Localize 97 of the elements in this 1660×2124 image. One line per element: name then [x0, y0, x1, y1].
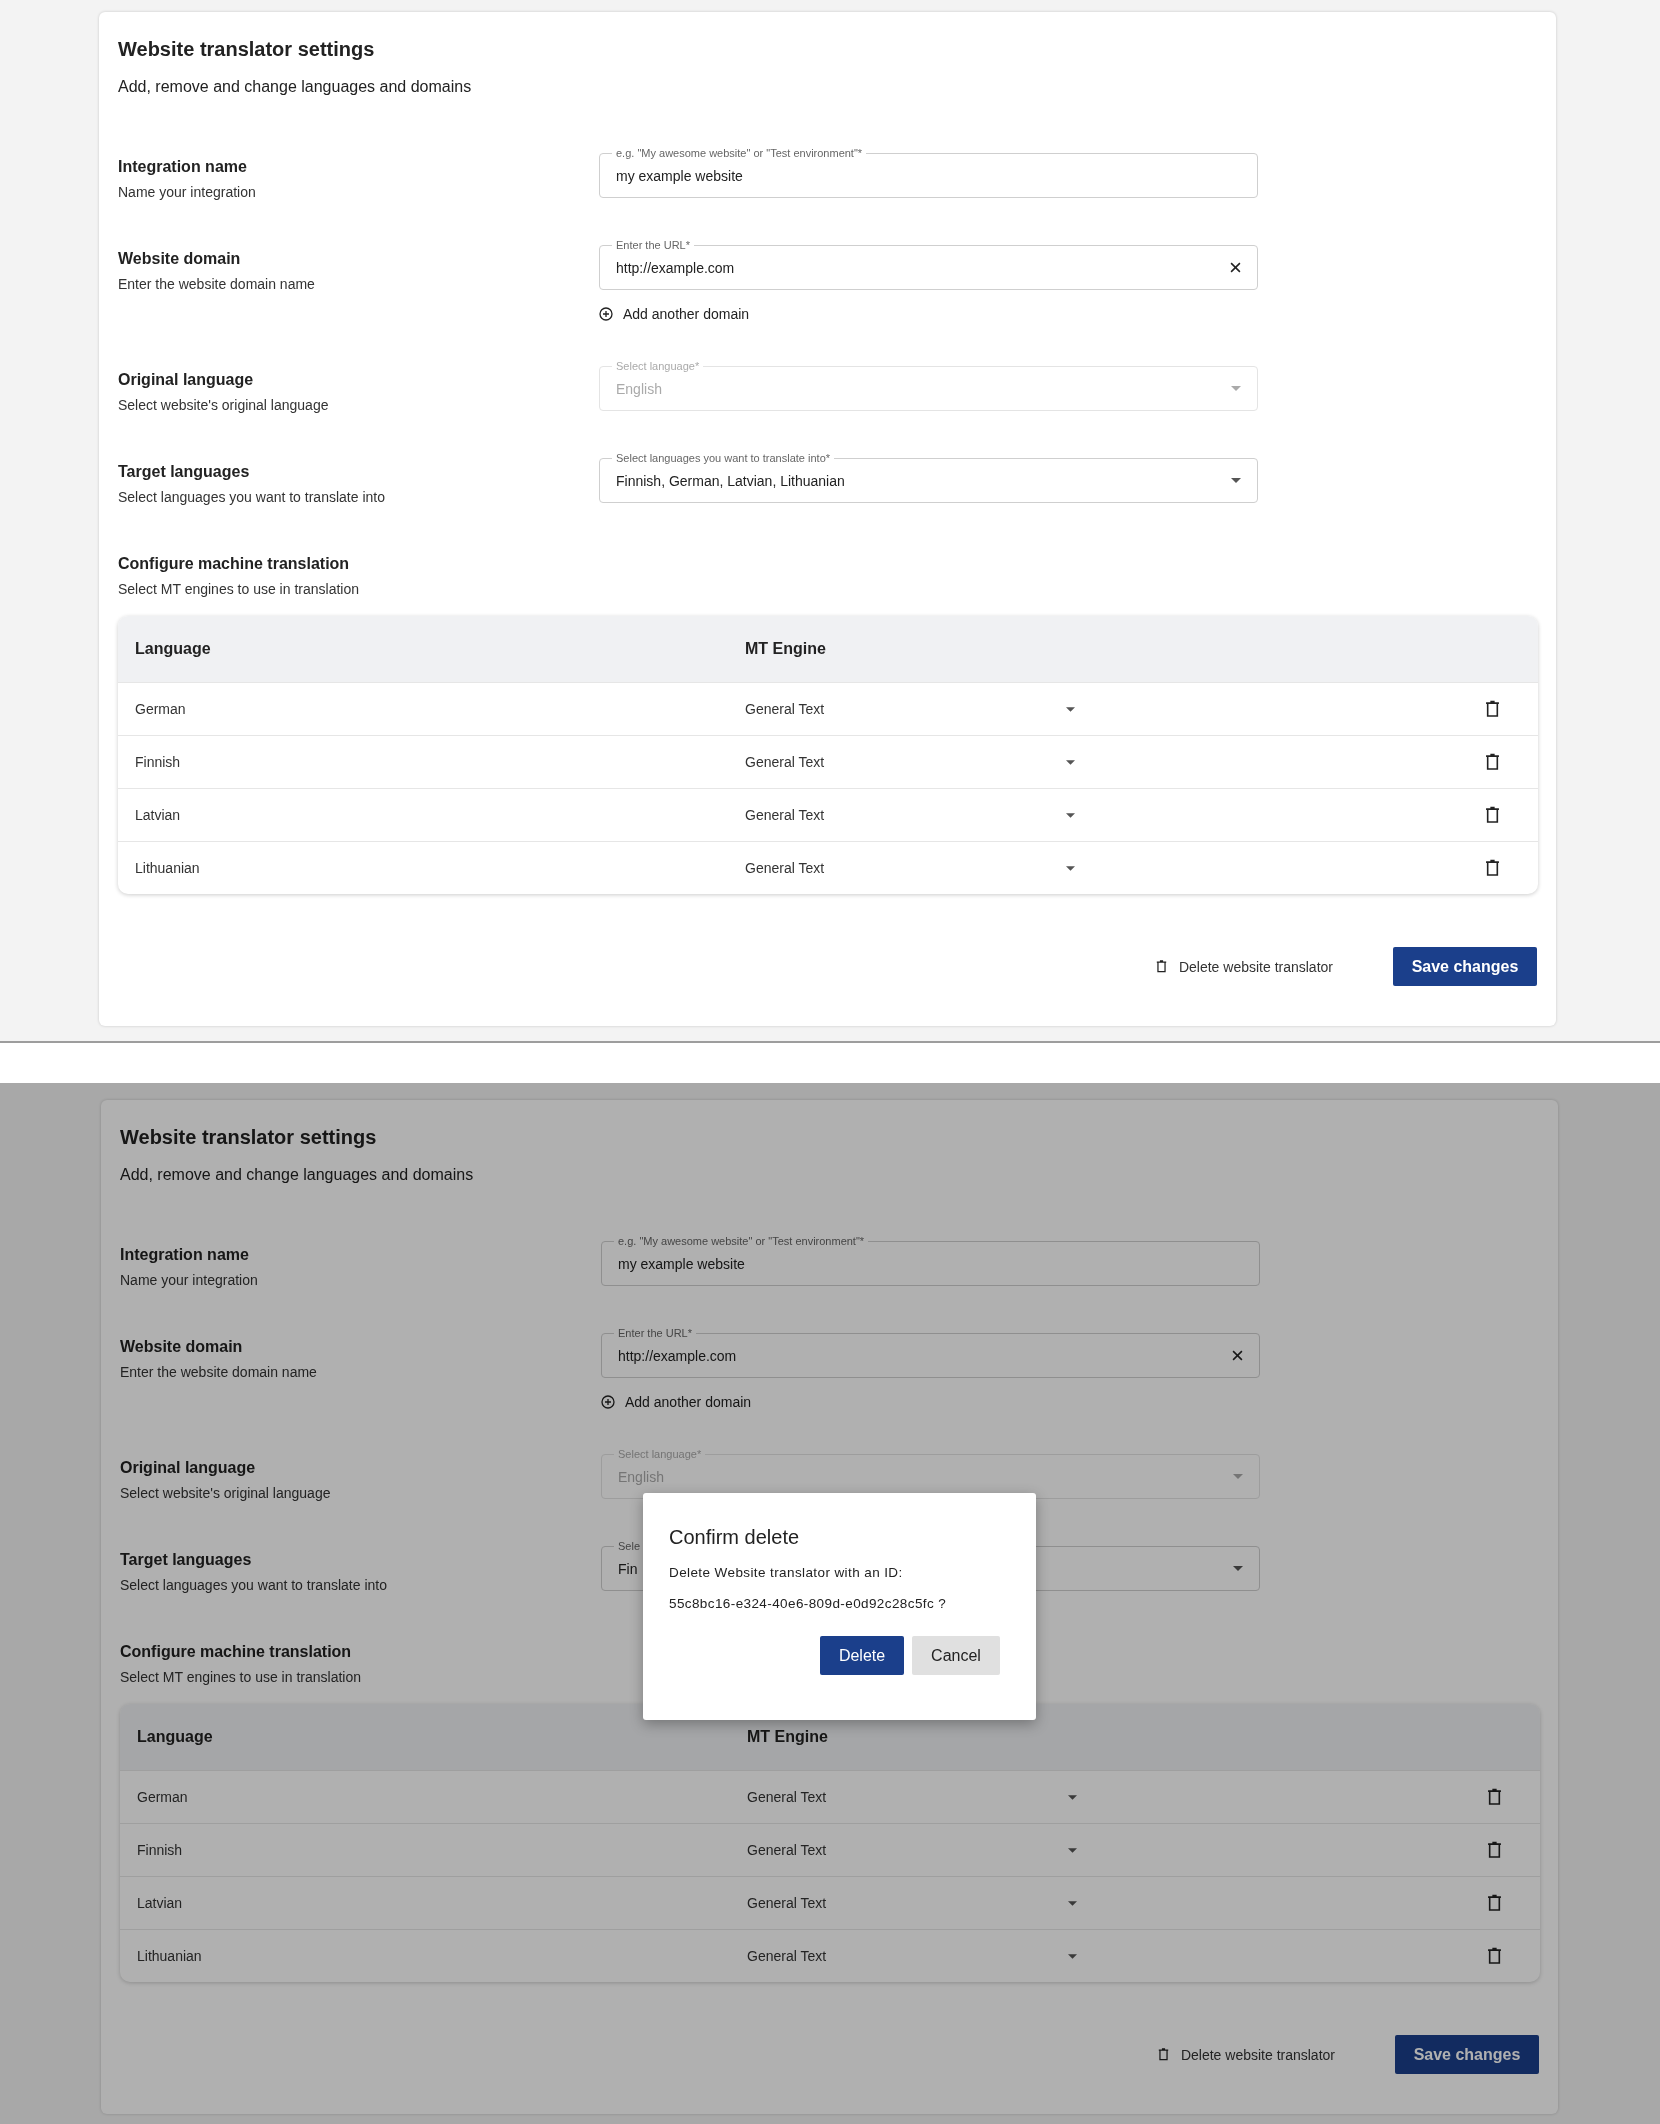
field-label: Website domain: [118, 249, 242, 269]
floating-label: Select languages you want to translate into*: [612, 451, 835, 465]
field-description: Select languages you want to translate into: [118, 488, 386, 506]
engine-select[interactable]: General Text: [747, 1948, 1077, 1964]
delete-icon[interactable]: [1487, 1894, 1502, 1912]
caret-icon: [1233, 1474, 1243, 1479]
trash-icon: [1157, 2048, 1169, 2061]
engine-select[interactable]: General Text: [745, 754, 1075, 770]
delete-icon[interactable]: [1485, 859, 1500, 877]
table-cell-text: German: [137, 1789, 189, 1805]
dialog-title: Confirm delete: [669, 1525, 801, 1549]
field-label: Website domain: [120, 1337, 244, 1357]
delete-icon[interactable]: [1487, 1947, 1502, 1965]
floating-label: Select language*: [614, 1447, 706, 1461]
field-value: http://example.com: [616, 259, 735, 276]
floating-label: e.g. "My awesome website" or "Test environment"*: [614, 1234, 869, 1248]
caret-icon: [1068, 1794, 1077, 1800]
caret-icon: [1068, 1847, 1077, 1853]
delete-button[interactable]: Delete: [820, 1636, 904, 1675]
caret-icon: [1066, 865, 1075, 871]
caret-icon: [1066, 812, 1075, 818]
dialog-message: Delete Website translator with an ID:: [669, 1564, 904, 1581]
floating-label: Select language*: [612, 359, 704, 373]
caret-icon: [1233, 1566, 1243, 1571]
field-description: Select website's original language: [118, 396, 330, 414]
save-button[interactable]: Save changes: [1393, 947, 1537, 986]
page-title: Website translator settings: [118, 37, 376, 62]
field-label: Target languages: [120, 1550, 253, 1570]
save-button[interactable]: Save changes: [1395, 2035, 1539, 2074]
table-cell-text: Lithuanian: [135, 860, 201, 876]
field-label: Integration name: [120, 1245, 250, 1265]
field-value: Finnish, German, Latvian, Lithuanian: [616, 472, 845, 489]
caret-icon: [1068, 1900, 1077, 1906]
delete-icon[interactable]: [1485, 753, 1500, 771]
field-value: my example website: [618, 1255, 745, 1272]
delete-icon[interactable]: [1487, 1788, 1502, 1806]
field-description: Select languages you want to translate into: [120, 1576, 388, 1594]
plus-circle-icon: [601, 1395, 615, 1409]
table-cell-text: Finnish: [137, 1842, 184, 1858]
field-description: Enter the website domain name: [120, 1363, 318, 1381]
column-header: MT Engine: [745, 640, 827, 658]
page-subtitle: Add, remove and change languages and domains: [120, 1165, 475, 1185]
delete-link[interactable]: Delete website translator: [1155, 958, 1333, 975]
plus-circle-icon: [599, 307, 613, 321]
table-cell-text: Finnish: [135, 754, 182, 770]
table-cell-text: Lithuanian: [137, 1948, 203, 1964]
field-value: English: [616, 380, 662, 397]
close-icon[interactable]: [1232, 1350, 1243, 1361]
field-label: Configure machine translation: [118, 554, 351, 574]
field-description: Name your integration: [120, 1271, 259, 1289]
column-header: Language: [137, 1728, 214, 1746]
delete-link[interactable]: Delete website translator: [1157, 2046, 1335, 2063]
field-label: Configure machine translation: [120, 1642, 353, 1662]
field-label: Original language: [120, 1458, 257, 1478]
delete-icon[interactable]: [1485, 700, 1500, 718]
column-header: MT Engine: [747, 1728, 829, 1746]
field-description: Name your integration: [118, 183, 257, 201]
page-subtitle: Add, remove and change languages and domains: [118, 77, 473, 97]
add-domain-link[interactable]: Add another domain: [599, 306, 750, 322]
table-cell-text: Latvian: [135, 807, 182, 823]
engine-select[interactable]: General Text: [747, 1895, 1077, 1911]
caret-icon: [1068, 1953, 1077, 1959]
add-domain-link[interactable]: Add another domain: [601, 1394, 752, 1410]
table-cell-text: Latvian: [137, 1895, 184, 1911]
field-description: Enter the website domain name: [118, 275, 316, 293]
field-description: Select website's original language: [120, 1484, 332, 1502]
engine-select[interactable]: General Text: [747, 1842, 1077, 1858]
engine-select[interactable]: General Text: [745, 701, 1075, 717]
page-title: Website translator settings: [120, 1125, 378, 1150]
field-value: English: [618, 1468, 664, 1485]
delete-icon[interactable]: [1487, 1841, 1502, 1859]
engine-select[interactable]: General Text: [745, 807, 1075, 823]
cancel-button[interactable]: Cancel: [912, 1636, 1000, 1675]
floating-label: Enter the URL*: [614, 1326, 696, 1340]
engine-select[interactable]: General Text: [747, 1789, 1077, 1805]
field-value: Fin: [618, 1560, 638, 1577]
caret-icon: [1231, 386, 1241, 391]
field-label: Original language: [118, 370, 255, 390]
floating-label: e.g. "My awesome website" or "Test environment"*: [612, 146, 867, 160]
caret-icon: [1231, 478, 1241, 483]
table-cell-text: German: [135, 701, 187, 717]
trash-icon: [1155, 960, 1167, 973]
column-header: Language: [135, 640, 212, 658]
caret-icon: [1066, 706, 1075, 712]
dialog-id: 55c8bc16-e324-40e6-809d-e0d92c28c5fc ?: [669, 1595, 948, 1612]
floating-label: Sele: [614, 1539, 645, 1553]
close-icon[interactable]: [1230, 262, 1241, 273]
delete-icon[interactable]: [1485, 806, 1500, 824]
floating-label: Enter the URL*: [612, 238, 694, 252]
caret-icon: [1066, 759, 1075, 765]
field-description: Select MT engines to use in translation: [118, 580, 360, 598]
engine-select[interactable]: General Text: [745, 860, 1075, 876]
field-value: my example website: [616, 167, 743, 184]
field-value: http://example.com: [618, 1347, 737, 1364]
field-description: Select MT engines to use in translation: [120, 1668, 362, 1686]
field-label: Target languages: [118, 462, 251, 482]
field-label: Integration name: [118, 157, 248, 177]
